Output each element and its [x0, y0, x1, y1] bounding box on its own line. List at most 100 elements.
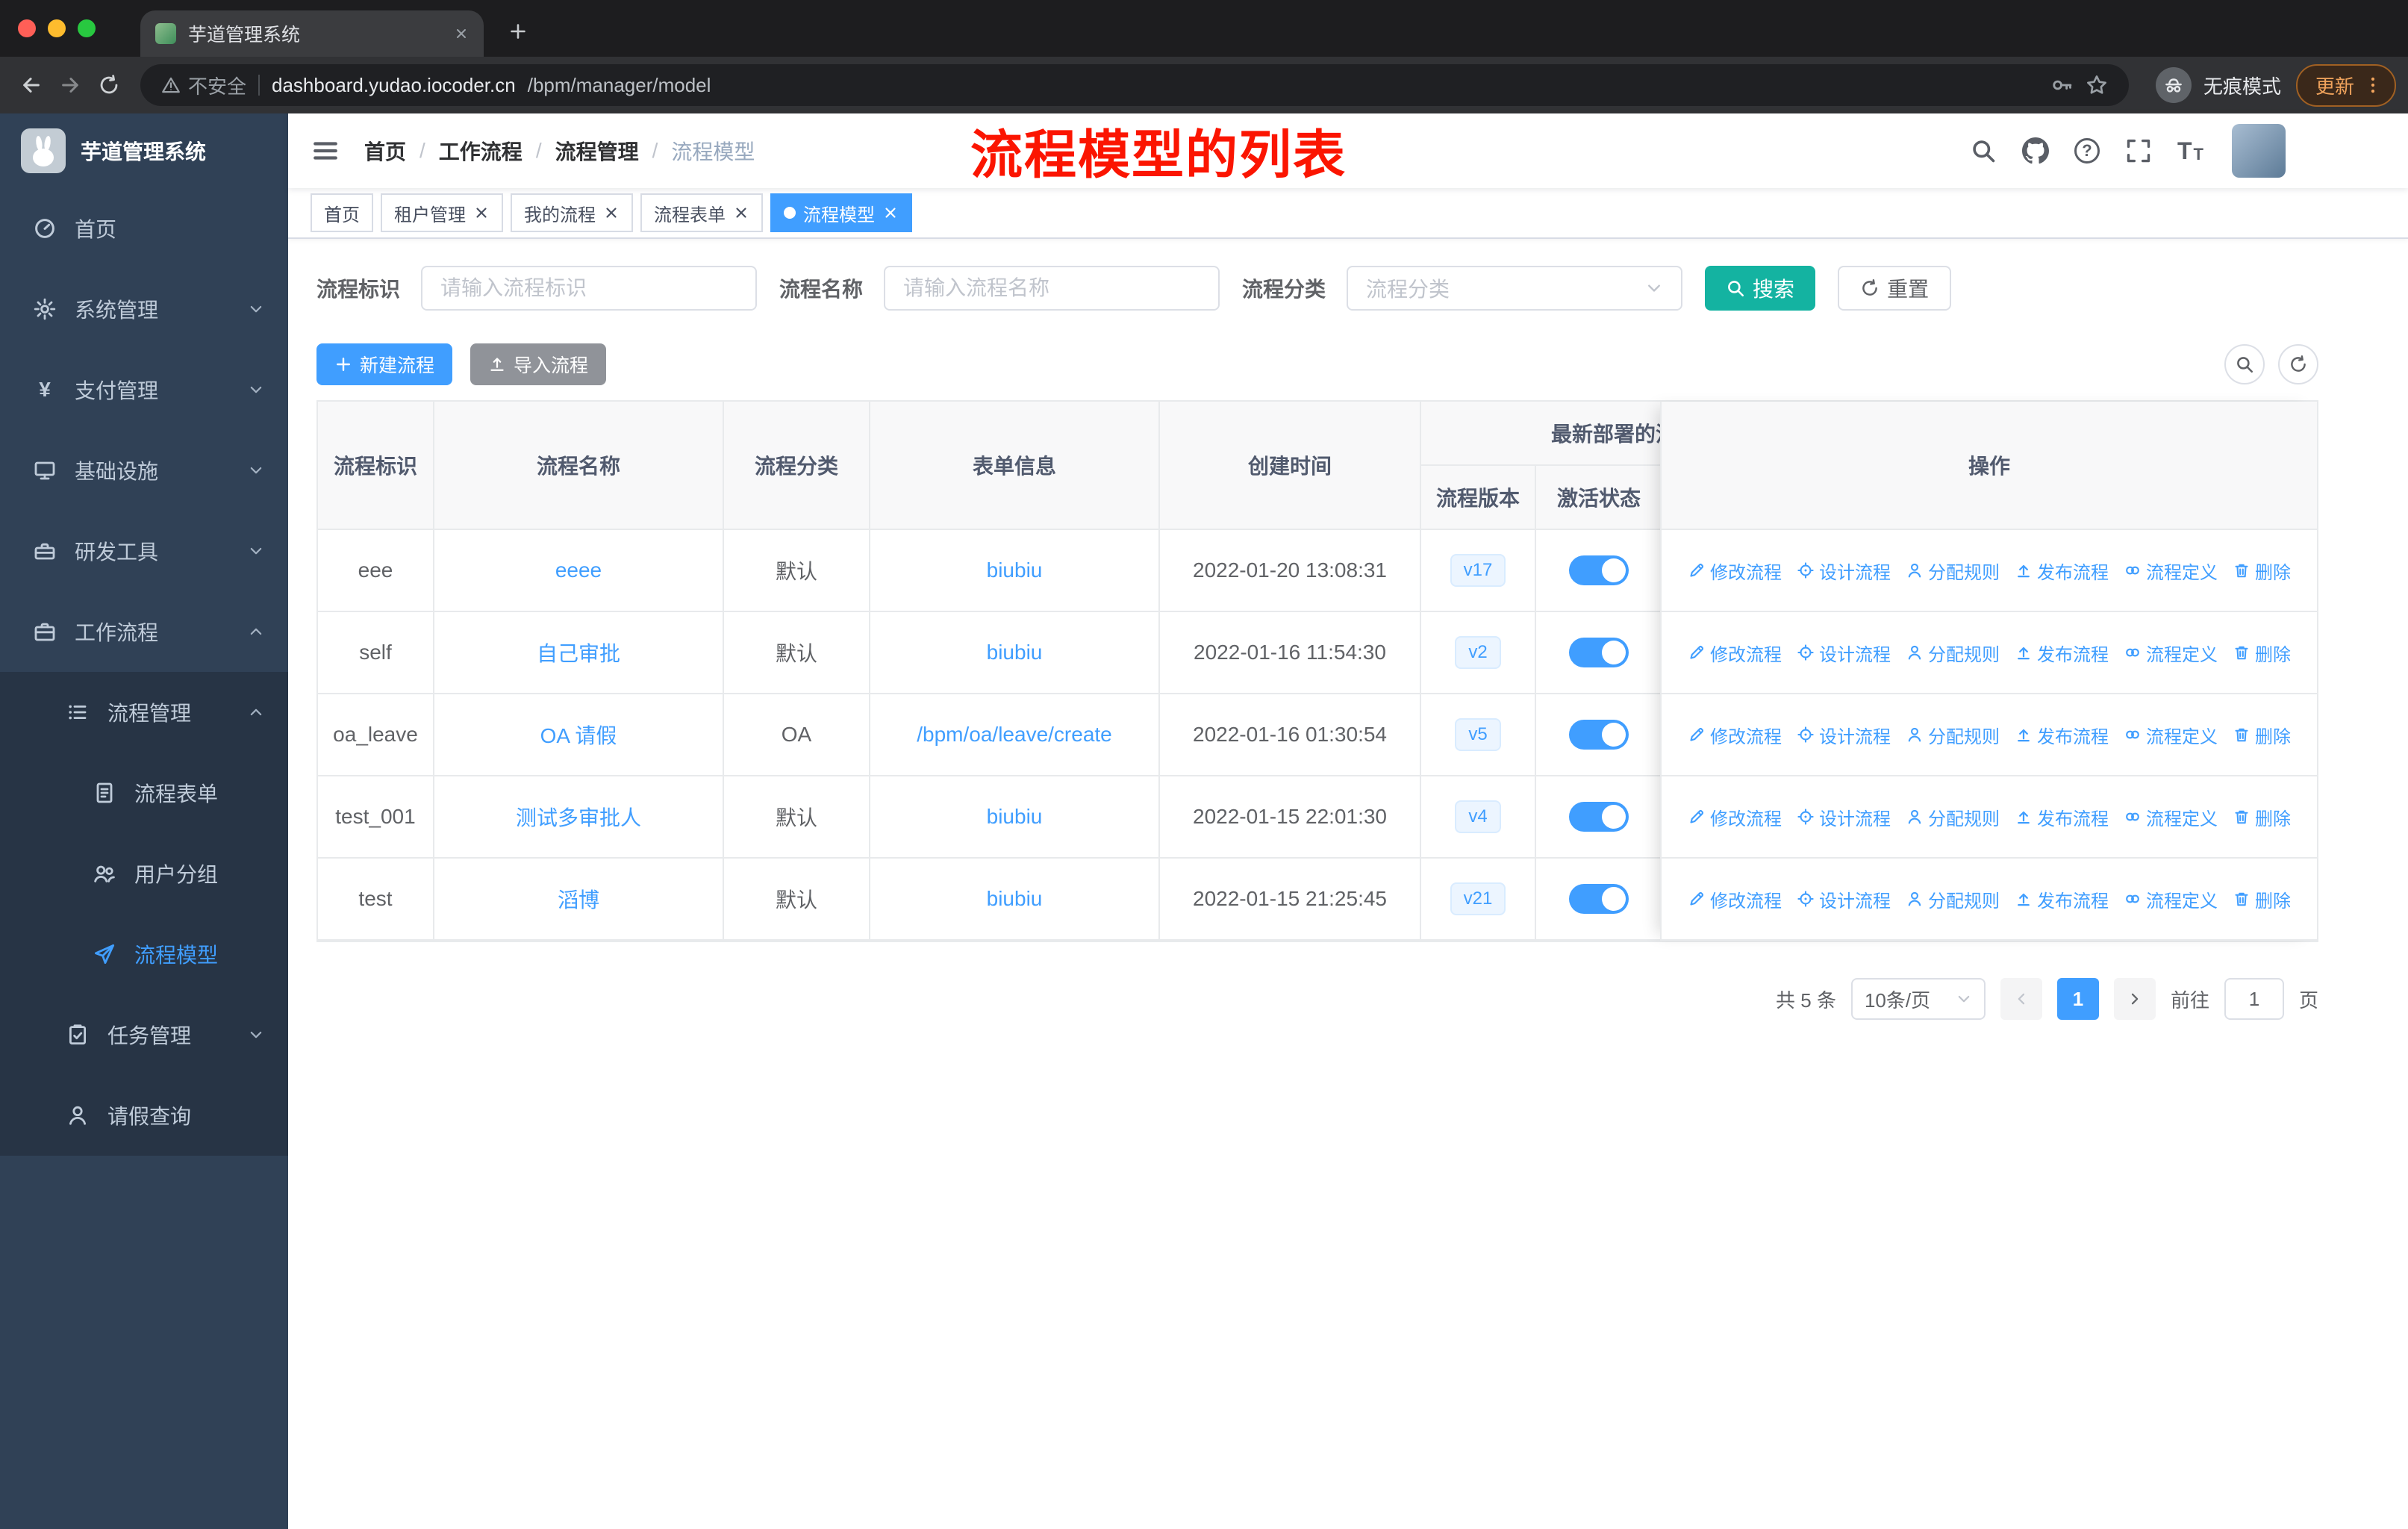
sidebar-item-task-mgmt[interactable]: 任务管理 — [0, 994, 288, 1075]
assign-rule-link[interactable]: 分配规则 — [1906, 722, 2000, 748]
view-tag[interactable]: 租户管理 — [381, 193, 503, 232]
modify-process-link[interactable]: 修改流程 — [1688, 804, 1782, 830]
design-process-link[interactable]: 设计流程 — [1797, 804, 1891, 830]
breadcrumb-item[interactable]: 流程管理 — [555, 136, 639, 166]
process-definition-link[interactable]: 流程定义 — [2124, 886, 2218, 912]
active-status-toggle[interactable] — [1569, 802, 1629, 832]
design-process-link[interactable]: 设计流程 — [1797, 640, 1891, 666]
active-status-toggle[interactable] — [1569, 884, 1629, 914]
delete-link[interactable]: 删除 — [2233, 804, 2291, 830]
close-window-button[interactable] — [18, 19, 36, 37]
sidebar-item-user-group[interactable]: 用户分组 — [0, 833, 288, 914]
breadcrumb-item[interactable]: 工作流程 — [439, 136, 523, 166]
delete-link[interactable]: 删除 — [2233, 886, 2291, 912]
active-status-toggle[interactable] — [1569, 720, 1629, 750]
publish-process-link[interactable]: 发布流程 — [2015, 886, 2109, 912]
process-definition-link[interactable]: 流程定义 — [2124, 558, 2218, 584]
new-tab-button[interactable] — [499, 12, 537, 51]
sidebar-item-infra[interactable]: 基础设施 — [0, 430, 288, 511]
sidebar-item-leave-query[interactable]: 请假查询 — [0, 1075, 288, 1156]
form-info-link[interactable]: biubiu — [987, 641, 1043, 664]
zoom-window-button[interactable] — [78, 19, 96, 37]
process-name-input[interactable] — [884, 266, 1220, 311]
design-process-link[interactable]: 设计流程 — [1797, 886, 1891, 912]
avatar[interactable] — [2232, 124, 2286, 178]
page-size-select[interactable]: 10条/页 — [1850, 978, 1986, 1020]
tag-close-icon[interactable] — [473, 205, 490, 221]
refresh-table-button[interactable] — [2278, 344, 2318, 384]
assign-rule-link[interactable]: 分配规则 — [1906, 640, 2000, 666]
help-icon[interactable]: ? — [2074, 138, 2100, 164]
page-number-button[interactable]: 1 — [2056, 978, 2099, 1020]
toggle-search-button[interactable] — [2224, 344, 2265, 384]
process-definition-link[interactable]: 流程定义 — [2124, 640, 2218, 666]
design-process-link[interactable]: 设计流程 — [1797, 722, 1891, 748]
tag-close-icon[interactable] — [882, 205, 899, 221]
modify-process-link[interactable]: 修改流程 — [1688, 886, 1782, 912]
modify-process-link[interactable]: 修改流程 — [1688, 640, 1782, 666]
reload-button[interactable] — [90, 66, 128, 105]
tag-close-icon[interactable] — [603, 205, 620, 221]
font-size-icon[interactable]: TT — [2177, 139, 2203, 163]
forward-button[interactable] — [51, 66, 90, 105]
breadcrumb-item[interactable]: 首页 — [364, 136, 406, 166]
view-tag[interactable]: 流程模型 — [770, 193, 912, 232]
form-info-link[interactable]: biubiu — [987, 805, 1043, 829]
active-status-toggle[interactable] — [1569, 638, 1629, 667]
back-button[interactable] — [12, 66, 51, 105]
view-tag[interactable]: 首页 — [311, 193, 373, 232]
sidebar-toggle-icon[interactable] — [311, 136, 340, 166]
form-info-link[interactable]: /bpm/oa/leave/create — [917, 723, 1112, 747]
form-info-link[interactable]: biubiu — [987, 887, 1043, 911]
password-key-icon[interactable] — [2051, 74, 2074, 96]
browser-tab[interactable]: 芋道管理系统 — [140, 10, 484, 57]
process-definition-link[interactable]: 流程定义 — [2124, 722, 2218, 748]
sidebar-item-workflow[interactable]: 工作流程 — [0, 591, 288, 672]
security-indicator[interactable]: 不安全 — [161, 72, 246, 99]
sidebar-item-devtools[interactable]: 研发工具 — [0, 511, 288, 591]
view-tag[interactable]: 我的流程 — [511, 193, 633, 232]
form-info-link[interactable]: biubiu — [987, 558, 1043, 582]
next-page-button[interactable] — [2113, 978, 2156, 1020]
publish-process-link[interactable]: 发布流程 — [2015, 558, 2109, 584]
reset-button[interactable]: 重置 — [1838, 266, 1952, 311]
sidebar-item-system[interactable]: 系统管理 — [0, 269, 288, 349]
tag-close-icon[interactable] — [733, 205, 749, 221]
delete-link[interactable]: 删除 — [2233, 722, 2291, 748]
import-process-button[interactable]: 导入流程 — [470, 343, 607, 385]
minimize-window-button[interactable] — [48, 19, 66, 37]
header-search-icon[interactable] — [1970, 137, 1997, 164]
prev-page-button[interactable] — [2000, 978, 2042, 1020]
search-button[interactable]: 搜索 — [1705, 266, 1816, 311]
publish-process-link[interactable]: 发布流程 — [2015, 804, 2109, 830]
assign-rule-link[interactable]: 分配规则 — [1906, 804, 2000, 830]
browser-menu-icon[interactable] — [2363, 75, 2383, 95]
sidebar-item-home[interactable]: 首页 — [0, 188, 288, 269]
process-name-link[interactable]: 自己审批 — [537, 638, 620, 667]
sidebar-item-process-form[interactable]: 流程表单 — [0, 753, 288, 833]
sidebar-item-process-model[interactable]: 流程模型 — [0, 914, 288, 994]
active-status-toggle[interactable] — [1569, 555, 1629, 585]
publish-process-link[interactable]: 发布流程 — [2015, 640, 2109, 666]
modify-process-link[interactable]: 修改流程 — [1688, 558, 1782, 584]
process-name-link[interactable]: 测试多审批人 — [516, 802, 641, 832]
goto-page-input[interactable] — [2224, 978, 2284, 1020]
process-definition-link[interactable]: 流程定义 — [2124, 804, 2218, 830]
delete-link[interactable]: 删除 — [2233, 640, 2291, 666]
view-tag[interactable]: 流程表单 — [640, 193, 763, 232]
update-button[interactable]: 更新 — [2295, 63, 2396, 107]
address-bar[interactable]: 不安全 dashboard.yudao.iocoder.cn/bpm/manag… — [140, 64, 2129, 106]
app-logo[interactable]: 芋道管理系统 — [0, 113, 288, 188]
process-key-input[interactable] — [421, 266, 758, 311]
fullscreen-icon[interactable] — [2125, 137, 2152, 164]
assign-rule-link[interactable]: 分配规则 — [1906, 558, 2000, 584]
modify-process-link[interactable]: 修改流程 — [1688, 722, 1782, 748]
category-select[interactable]: 流程分类 — [1347, 266, 1683, 311]
sidebar-item-payment[interactable]: ¥ 支付管理 — [0, 349, 288, 430]
design-process-link[interactable]: 设计流程 — [1797, 558, 1891, 584]
sidebar-item-process-mgmt[interactable]: 流程管理 — [0, 672, 288, 753]
publish-process-link[interactable]: 发布流程 — [2015, 722, 2109, 748]
delete-link[interactable]: 删除 — [2233, 558, 2291, 584]
process-name-link[interactable]: OA 请假 — [540, 720, 617, 750]
create-process-button[interactable]: 新建流程 — [316, 343, 453, 385]
